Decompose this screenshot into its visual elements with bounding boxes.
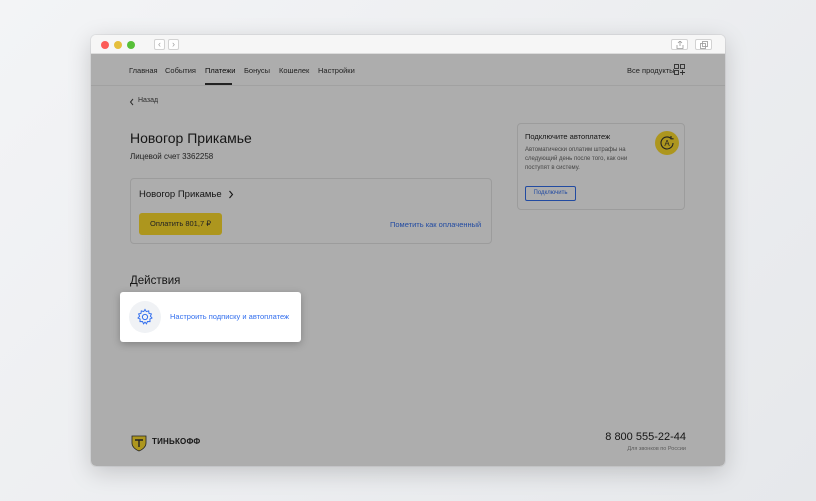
window-titlebar: ‹ › bbox=[91, 35, 725, 54]
gear-icon bbox=[137, 308, 153, 325]
page-content: Главная События Платежи Бонусы Кошелек Н… bbox=[91, 54, 725, 466]
gear-icon-container bbox=[129, 301, 161, 333]
browser-window: ‹ › Главная События Платежи Бонусы Кошел… bbox=[91, 35, 725, 466]
modal-overlay[interactable] bbox=[91, 54, 725, 466]
browser-back-button[interactable]: ‹ bbox=[154, 39, 165, 50]
setup-subscription-label: Настроить подписку и автоплатеж bbox=[170, 312, 290, 321]
setup-subscription-action[interactable]: Настроить подписку и автоплатеж bbox=[120, 292, 301, 342]
tabs-button[interactable] bbox=[695, 39, 712, 50]
share-button[interactable] bbox=[671, 39, 688, 50]
minimize-window-button[interactable] bbox=[114, 41, 122, 49]
browser-forward-button[interactable]: › bbox=[168, 39, 179, 50]
close-window-button[interactable] bbox=[101, 41, 109, 49]
share-icon bbox=[676, 41, 684, 49]
tabs-icon bbox=[700, 41, 708, 49]
maximize-window-button[interactable] bbox=[127, 41, 135, 49]
